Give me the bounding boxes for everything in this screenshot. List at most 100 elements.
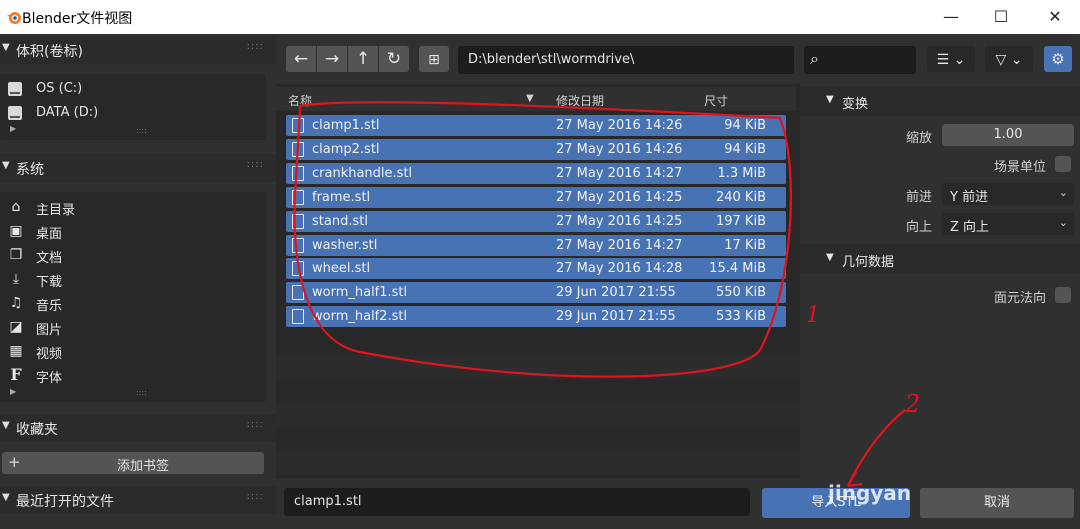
file-row[interactable]: worm_half1.stl 29 Jun 2017 21:55 550 KiB: [286, 282, 786, 304]
geometry-section-header[interactable]: ▼ 几何数据: [800, 244, 1080, 274]
system-section-header[interactable]: ▼ 系统 ::::: [0, 154, 276, 182]
file-row[interactable]: washer.stl 27 May 2016 14:27 17 KiB: [286, 234, 786, 256]
recent-section-header[interactable]: ▼ 最近打开的文件 ::::: [0, 486, 276, 514]
arrow-right-icon: →: [324, 49, 340, 69]
refresh-button[interactable]: ↻: [379, 46, 409, 72]
plus-icon: +: [8, 453, 21, 471]
sidebar-item-data-d[interactable]: DATA (D:): [8, 103, 258, 125]
maximize-button[interactable]: ☐: [976, 0, 1026, 34]
column-header-name[interactable]: 名称: [288, 92, 312, 109]
transform-title: 变换: [842, 97, 869, 112]
display-mode-dropdown[interactable]: ☰ ⌄: [927, 46, 975, 72]
gear-icon: ⚙: [1051, 50, 1065, 68]
sidebar-item-label: DATA (D:): [36, 105, 99, 120]
file-icon: [292, 237, 304, 253]
up-label: 向上: [905, 220, 932, 235]
sidebar-item-label: 主目录: [36, 203, 76, 218]
sidebar-item-os-c[interactable]: OS (C:): [8, 79, 258, 101]
file-size: 533 KiB: [715, 309, 766, 325]
sidebar-item-videos[interactable]: ▦ 视频: [8, 341, 258, 363]
close-window-button[interactable]: ✕: [1030, 0, 1080, 34]
resize-grip-icon[interactable]: ::::: [136, 388, 147, 397]
file-icon: [292, 309, 304, 325]
file-row[interactable]: worm_half2.stl 29 Jun 2017 21:55 533 KiB: [286, 306, 786, 328]
sidebar-item-label: 图片: [36, 323, 63, 338]
file-row[interactable]: crankhandle.stl 27 May 2016 14:27 1.3 MiB: [286, 162, 786, 184]
documents-icon: ❐: [9, 247, 23, 263]
expand-triangle-icon[interactable]: ▶: [10, 387, 16, 396]
drag-grip-icon[interactable]: ::::: [247, 419, 264, 430]
list-view-icon: ☰ ⌄: [936, 52, 966, 68]
file-icon: [292, 189, 304, 205]
file-row[interactable]: wheel.stl 27 May 2016 14:28 15.4 MiB: [286, 258, 786, 280]
drag-grip-icon[interactable]: ::::: [247, 159, 264, 170]
sidebar-item-label: 视频: [36, 347, 63, 362]
file-icon: [292, 118, 304, 133]
sidebar-item-documents[interactable]: ❐ 文档: [8, 245, 258, 267]
file-row[interactable]: frame.stl 27 May 2016 14:25 240 KiB: [286, 186, 786, 208]
import-options-panel: ▼ 变换 缩放 1.00 场景单位 前进 Y 前进 ⌄ 向上 Z 向上 ⌄ ▼ …: [800, 84, 1080, 478]
sort-triangle-icon[interactable]: ▼: [526, 93, 534, 104]
up-axis-dropdown[interactable]: Z 向上 ⌄: [942, 213, 1074, 235]
scene-unit-checkbox[interactable]: [1055, 156, 1071, 172]
scale-label: 缩放: [905, 131, 932, 146]
collapse-triangle-icon: ▼: [2, 42, 10, 53]
add-bookmark-label: 添加书签: [117, 459, 170, 474]
sidebar-item-pictures[interactable]: ◪ 图片: [8, 317, 258, 339]
chevron-down-icon: ⌄: [1058, 216, 1068, 229]
cancel-button[interactable]: 取消: [920, 488, 1074, 518]
sidebar: ▼ 体积(卷标) :::: OS (C:) DATA (D:) ▶ :::: ▼…: [0, 34, 276, 529]
file-name: clamp2.stl: [312, 141, 380, 157]
sidebar-item-home[interactable]: ⌂ 主目录: [8, 197, 258, 219]
file-row[interactable]: stand.stl 27 May 2016 14:25 197 KiB: [286, 210, 786, 232]
file-size: 94 KiB: [724, 141, 766, 157]
sidebar-item-desktop[interactable]: ▣ 桌面: [8, 221, 258, 243]
import-stl-button[interactable]: 导入STL: [762, 488, 910, 518]
bookmarks-section-header[interactable]: ▼ 收藏夹 ::::: [0, 414, 276, 442]
file-row[interactable]: clamp2.stl 27 May 2016 14:26 94 KiB: [286, 138, 786, 160]
scale-field[interactable]: 1.00: [942, 124, 1074, 146]
directory-path-input[interactable]: D:\blender\stl\wormdrive\: [458, 46, 794, 74]
sidebar-item-fonts[interactable]: F 字体: [8, 365, 258, 387]
up-axis-value: Z 向上: [950, 220, 990, 235]
file-date: 27 May 2016 14:25: [556, 189, 683, 205]
transform-section-header[interactable]: ▼ 变换: [800, 86, 1080, 116]
new-folder-button[interactable]: ⊞: [419, 46, 449, 72]
window-titlebar: Blender文件视图 — ☐ ✕: [0, 0, 1080, 34]
add-bookmark-button[interactable]: + 添加书签: [2, 452, 264, 474]
sidebar-item-downloads[interactable]: ⤓ 下载: [8, 269, 258, 291]
file-size: 1.3 MiB: [717, 165, 766, 181]
collapse-triangle-icon: ▼: [2, 420, 10, 431]
column-header-date[interactable]: 修改日期: [556, 92, 604, 109]
file-list-header: 名称 ▼ 修改日期 尺寸: [276, 87, 796, 111]
parent-directory-button[interactable]: ↑: [348, 46, 378, 72]
volumes-section-header[interactable]: ▼ 体积(卷标) ::::: [0, 36, 276, 64]
sidebar-item-label: 文档: [36, 251, 63, 266]
options-toggle-button[interactable]: ⚙: [1044, 46, 1072, 72]
geometry-title: 几何数据: [842, 255, 895, 270]
forward-axis-dropdown[interactable]: Y 前进 ⌄: [942, 183, 1074, 205]
drive-icon: [8, 106, 22, 120]
expand-triangle-icon[interactable]: ▶: [10, 124, 16, 133]
forward-button[interactable]: →: [317, 46, 347, 72]
file-name: worm_half2.stl: [312, 309, 408, 325]
file-row[interactable]: clamp1.stl 27 May 2016 14:26 94 KiB: [286, 115, 786, 136]
forward-axis-value: Y 前进: [950, 190, 989, 205]
volumes-list: OS (C:) DATA (D:) ▶ ::::: [0, 74, 266, 140]
collapse-triangle-icon: ▼: [2, 492, 10, 503]
sidebar-item-music[interactable]: ♫ 音乐: [8, 293, 258, 315]
resize-grip-icon[interactable]: ::::: [136, 126, 147, 135]
drag-grip-icon[interactable]: ::::: [247, 491, 264, 502]
filter-dropdown[interactable]: ▽ ⌄: [985, 46, 1033, 72]
file-icon: [292, 261, 304, 277]
filename-input[interactable]: clamp1.stl: [284, 488, 750, 516]
sidebar-item-label: 桌面: [36, 227, 63, 242]
chevron-down-icon: ⌄: [1058, 186, 1068, 199]
close-icon: ✕: [1048, 7, 1062, 26]
minimize-button[interactable]: —: [926, 0, 976, 34]
face-normals-checkbox[interactable]: [1055, 287, 1071, 303]
column-header-size[interactable]: 尺寸: [704, 92, 728, 109]
back-button[interactable]: ←: [286, 46, 316, 72]
drag-grip-icon[interactable]: ::::: [247, 41, 264, 52]
search-input[interactable]: ⌕: [804, 46, 916, 74]
